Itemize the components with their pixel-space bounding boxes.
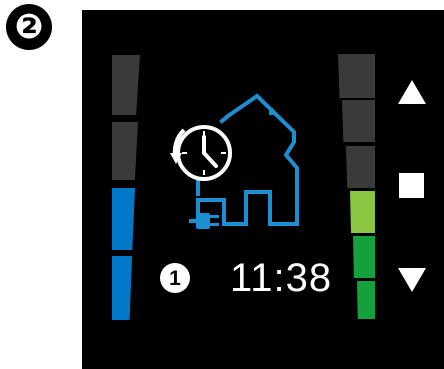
- mode-number-badge: 1: [160, 263, 190, 293]
- device-display: 1 11:38: [82, 10, 444, 369]
- house-clock-plug-icon: [170, 93, 299, 229]
- step-number-badge: ❷: [6, 4, 52, 50]
- clock-time: 11:38: [230, 256, 333, 300]
